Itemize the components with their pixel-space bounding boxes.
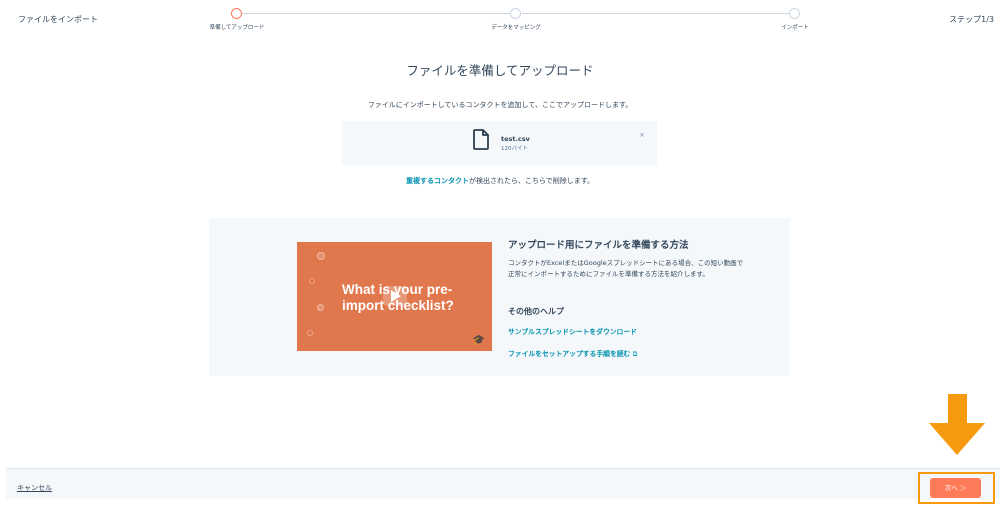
step-1-label: 準備してアップロード — [209, 25, 265, 31]
file-icon — [473, 129, 489, 150]
cancel-link[interactable]: キャンセル — [17, 483, 52, 493]
graduation-cap-icon: 🎓 — [472, 335, 485, 346]
footer-bar: キャンセル — [6, 468, 1000, 499]
video-title-text: What is your pre-import checklist? — [342, 282, 454, 313]
remove-file-close-icon[interactable]: × — [639, 131, 645, 139]
more-help-heading: その他のヘルプ — [508, 307, 564, 316]
stepper-line — [242, 13, 510, 14]
page-title: ファイルを準備してアップロード — [406, 63, 594, 78]
help-body: コンタクトがExcelまたはGoogleスプレッドシートにある場合、この短い動画… — [508, 259, 744, 278]
file-size: 120バイト — [501, 146, 528, 152]
file-name: test.csv — [501, 135, 530, 143]
decor-dot — [309, 278, 315, 284]
step-2-label: データをマッピング — [491, 25, 541, 31]
decor-dot — [307, 330, 313, 336]
stepper-line — [522, 13, 789, 14]
step-indicator: ステップ1/3 — [949, 15, 994, 24]
download-sample-link[interactable]: サンプルスプレッドシートをダウンロード — [508, 326, 637, 336]
annotation-arrow-shaft — [948, 394, 967, 424]
step-2-circle — [510, 8, 521, 19]
duplicate-contacts-text: 重複するコンタクトが検出されたら、こちらで削除します。 — [0, 176, 1000, 186]
uploaded-file-card: test.csv 120バイト × — [342, 121, 657, 165]
step-3-label: インポート — [781, 25, 809, 31]
duplicate-contacts-link[interactable]: 重複するコンタクト — [406, 177, 469, 185]
page-header-title: ファイルをインポート — [18, 15, 98, 24]
play-icon[interactable] — [383, 286, 407, 306]
help-panel: What is your pre-import checklist? 🎓 アップ… — [209, 218, 790, 376]
decor-dot — [317, 304, 324, 311]
help-title: アップロード用にファイルを準備する方法 — [508, 240, 689, 251]
video-thumbnail[interactable]: What is your pre-import checklist? 🎓 — [297, 242, 492, 351]
page-description: ファイルにインポートしているコンタクトを追加して、ここでアップロードします。 — [367, 101, 633, 109]
decor-dot — [317, 252, 325, 260]
step-3-circle — [789, 8, 800, 19]
external-link-icon: ⧉ — [632, 350, 638, 358]
annotation-arrow-down-icon — [929, 423, 985, 455]
step-1-circle — [231, 8, 242, 19]
setup-steps-link[interactable]: ファイルをセットアップする手順を読む ⧉ — [508, 348, 637, 359]
next-button[interactable]: 次へ ＞ — [930, 478, 981, 498]
duplicate-contacts-suffix: が検出されたら、こちらで削除します。 — [468, 177, 595, 185]
setup-steps-link-label: ファイルをセットアップする手順を読む — [508, 350, 631, 358]
